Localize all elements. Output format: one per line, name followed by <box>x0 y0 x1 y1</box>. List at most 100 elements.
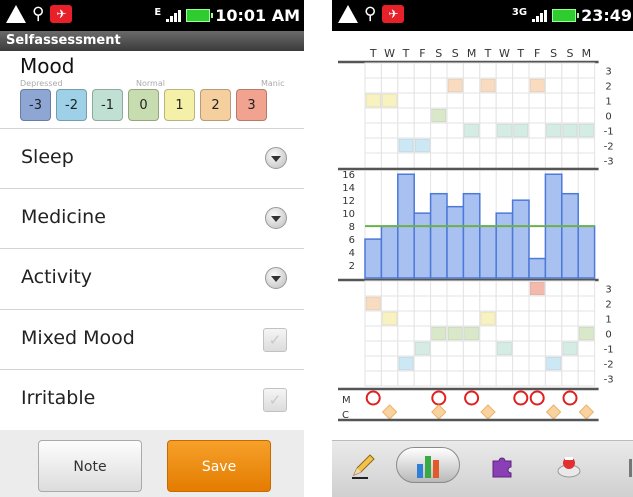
sleep-dropdown-icon[interactable] <box>265 147 287 169</box>
mood-scale-mid-label: Normal <box>136 79 165 88</box>
upper-grid-cell <box>528 152 546 169</box>
mood-button-0[interactable]: 0 <box>128 89 159 121</box>
puzzle-icon[interactable] <box>487 451 517 481</box>
warning-icon <box>338 5 358 23</box>
lower-scale-label: 2 <box>605 300 611 311</box>
upper-grid-cell <box>577 77 596 94</box>
day-label: W <box>499 47 510 60</box>
lower-grid-cell <box>430 340 448 357</box>
battery-icon <box>552 9 580 22</box>
mixed-mood-row[interactable]: Mixed Mood ✓ <box>0 309 304 369</box>
status-bar: ⚲ ✈ 3G 23:49 <box>332 0 633 31</box>
upper-grid-cell <box>561 77 579 94</box>
lower-grid-cell <box>577 355 596 372</box>
upper-grid-cell <box>528 62 546 79</box>
upper-scale-label: 2 <box>605 82 611 93</box>
day-label: W <box>384 47 395 60</box>
activity-row[interactable]: Activity <box>0 248 304 308</box>
bar-chart-icon <box>417 456 439 478</box>
mixed-mood-label: Mixed Mood <box>21 327 135 349</box>
upper-grid-cell <box>462 62 481 79</box>
upper-grid-cell <box>479 62 497 79</box>
signal-icon <box>166 9 182 22</box>
mood-button-2[interactable]: 2 <box>200 89 231 121</box>
sleep-axis-label: 10 <box>342 209 355 220</box>
upper-grid-cell <box>544 77 563 94</box>
lower-grid-cell <box>528 310 546 327</box>
upper-grid-cell <box>495 152 514 169</box>
upper-grid-cell <box>512 92 530 109</box>
lower-mood-cell <box>381 311 398 326</box>
app-title-bar: Selfassessment <box>0 31 304 51</box>
sleep-bar <box>577 225 596 279</box>
note-button[interactable]: Note <box>38 440 142 492</box>
lower-grid-cell <box>512 295 530 312</box>
lower-grid-cell <box>544 340 563 357</box>
activity-dropdown-icon[interactable] <box>265 267 287 289</box>
day-label: T <box>516 47 524 60</box>
upper-grid-cell <box>413 62 432 79</box>
lower-grid-cell <box>380 280 399 297</box>
irritable-row[interactable]: Irritable ✓ <box>0 369 304 430</box>
sleep-bar <box>380 225 399 279</box>
mixed-mood-checkbox[interactable]: ✓ <box>263 328 287 352</box>
mood-button-minus3[interactable]: -3 <box>20 89 51 121</box>
upper-grid-cell <box>364 122 382 139</box>
lower-grid-cell <box>495 325 514 342</box>
upper-grid-cell <box>397 107 415 124</box>
save-button[interactable]: Save <box>167 440 271 492</box>
lower-grid-cell <box>528 340 546 357</box>
medicine-dropdown-icon[interactable] <box>265 207 287 229</box>
irritable-checkbox[interactable]: ✓ <box>263 388 287 412</box>
lower-grid-cell <box>561 280 579 297</box>
upper-mood-cell <box>463 123 480 138</box>
reminder-icon[interactable] <box>554 451 584 481</box>
upper-grid-cell <box>364 107 382 124</box>
upper-grid-cell <box>430 122 448 139</box>
mood-selector: -3 -2 -1 0 1 2 3 <box>20 89 267 121</box>
lower-grid-cell <box>495 355 514 372</box>
lower-mood-cell <box>545 356 562 371</box>
lower-grid-cell <box>528 325 546 342</box>
pencil-icon[interactable] <box>348 451 378 481</box>
lower-mood-cell <box>529 281 545 296</box>
app-notification-icon: ✈ <box>382 5 405 23</box>
lower-grid-cell <box>397 325 415 342</box>
lower-grid-cell <box>413 370 432 387</box>
lower-grid-cell <box>479 355 497 372</box>
upper-grid-cell <box>380 62 399 79</box>
upper-grid-cell <box>512 152 530 169</box>
mood-button-minus2[interactable]: -2 <box>56 89 87 121</box>
upper-mood-cell <box>381 93 398 108</box>
chart-tab-button[interactable] <box>396 447 460 483</box>
dock-overflow-handle[interactable] <box>629 459 632 477</box>
upper-grid-cell <box>380 107 399 124</box>
day-label: S <box>567 47 574 60</box>
upper-grid-cell <box>577 62 596 79</box>
upper-mood-cell <box>447 78 463 93</box>
upper-grid-cell <box>462 137 481 154</box>
upper-grid-cell <box>380 77 399 94</box>
medicine-row[interactable]: Medicine <box>0 188 304 248</box>
medicine-marker <box>365 390 381 406</box>
upper-grid-cell <box>446 152 464 169</box>
upper-grid-cell <box>528 107 546 124</box>
upper-grid-cell <box>397 77 415 94</box>
mood-button-1[interactable]: 1 <box>164 89 195 121</box>
upper-grid-cell <box>430 77 448 94</box>
upper-grid-cell <box>446 107 464 124</box>
sleep-axis-label: 14 <box>342 183 355 194</box>
day-label: T <box>402 47 410 60</box>
mood-heading: Mood <box>20 54 75 78</box>
mood-button-minus1[interactable]: -1 <box>92 89 123 121</box>
lower-grid-cell <box>512 325 530 342</box>
lower-grid-cell <box>479 295 497 312</box>
lower-grid-cell <box>364 280 382 297</box>
lower-grid-cell <box>462 340 481 357</box>
clock: 10:01 AM <box>215 6 300 25</box>
sleep-row[interactable]: Sleep <box>0 128 304 188</box>
mood-button-3[interactable]: 3 <box>236 89 267 121</box>
lower-scale-label: -3 <box>604 375 614 386</box>
sleep-bar <box>528 257 547 279</box>
day-label: F <box>419 47 425 60</box>
